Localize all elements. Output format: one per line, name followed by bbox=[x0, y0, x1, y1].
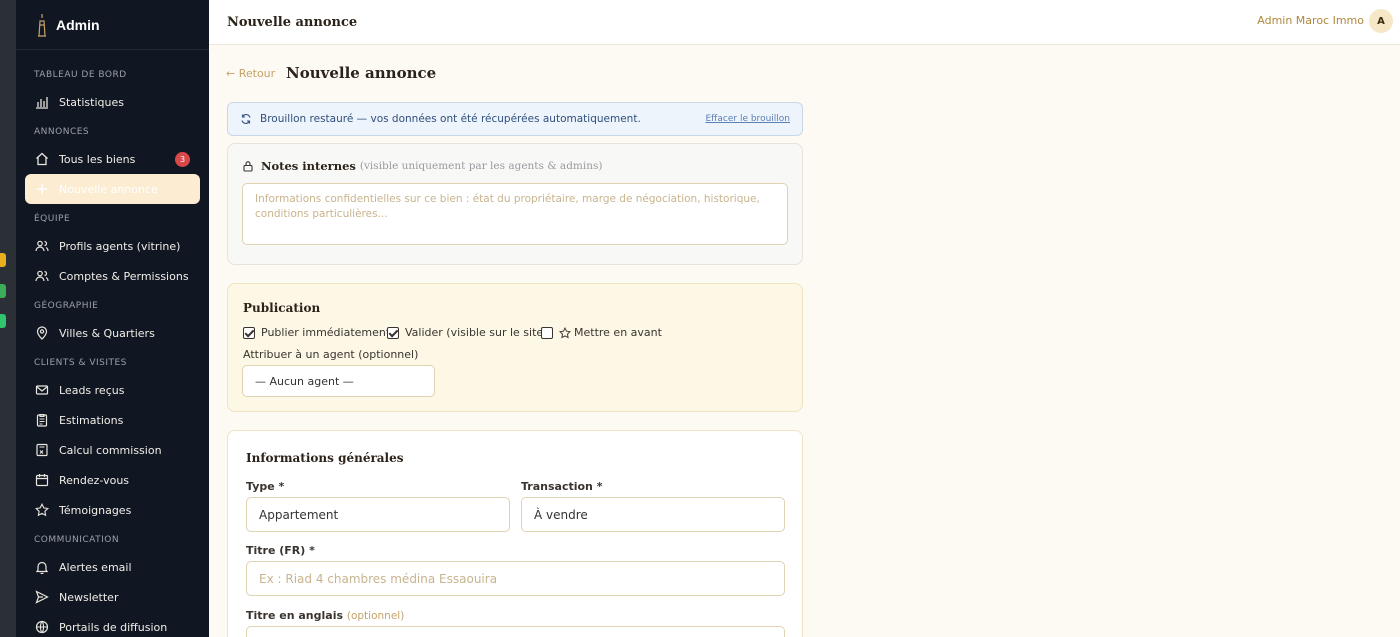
calendar-icon bbox=[35, 474, 49, 487]
section-clients: CLIENTS & VISITES bbox=[34, 358, 127, 368]
sidebar-item-agent-profiles[interactable]: Profils agents (vitrine) bbox=[25, 231, 200, 261]
users-icon bbox=[35, 270, 49, 282]
sidebar-item-label: Nouvelle annonce bbox=[59, 182, 158, 196]
section-dashboard: TABLEAU DE BORD bbox=[34, 70, 127, 80]
star-icon bbox=[35, 503, 49, 517]
transaction-select[interactable]: À vendre bbox=[521, 497, 785, 532]
taskbar-app-icon[interactable] bbox=[0, 253, 6, 267]
title-fr-input[interactable]: Ex : Riad 4 chambres médina Essaouira bbox=[246, 561, 785, 596]
sidebar-item-label: Comptes & Permissions bbox=[59, 269, 189, 283]
sidebar-item-new-listing[interactable]: Nouvelle annonce bbox=[25, 174, 200, 204]
sidebar-item-testimonials[interactable]: Témoignages bbox=[25, 495, 200, 525]
checkbox-label: Valider (visible sur le site) bbox=[405, 326, 548, 339]
featured-checkbox[interactable]: Mettre en avant bbox=[541, 326, 662, 339]
map-pin-icon bbox=[36, 326, 48, 340]
clipboard-icon bbox=[36, 413, 48, 427]
optional-hint: (optionnel) bbox=[346, 610, 405, 622]
sidebar-item-label: Villes & Quartiers bbox=[59, 326, 155, 340]
draft-restored-banner: Brouillon restauré — vos données ont été… bbox=[227, 102, 803, 136]
section-team: ÉQUIPE bbox=[34, 214, 71, 224]
agent-select-label: Attribuer à un agent (optionnel) bbox=[243, 348, 419, 361]
taskbar-app-icon[interactable] bbox=[0, 314, 6, 328]
sidebar-item-label: Tous les biens bbox=[59, 152, 136, 166]
users-icon bbox=[35, 240, 49, 252]
send-icon bbox=[35, 590, 49, 604]
agent-select[interactable]: — Aucun agent — bbox=[242, 365, 435, 397]
general-info-title: Informations générales bbox=[246, 451, 404, 465]
topbar-title: Nouvelle annonce bbox=[227, 14, 358, 30]
checkbox-label: Mettre en avant bbox=[574, 326, 662, 339]
sidebar-item-estimates[interactable]: Estimations bbox=[25, 405, 200, 435]
title-fr-label: Titre (FR) * bbox=[246, 544, 315, 557]
notes-subtitle: (visible uniquement par les agents & adm… bbox=[359, 160, 603, 172]
clear-draft-link[interactable]: Effacer le brouillon bbox=[706, 114, 791, 124]
sidebar-item-label: Estimations bbox=[59, 413, 124, 427]
title-en-input[interactable] bbox=[246, 626, 785, 637]
page-title: Nouvelle annonce bbox=[286, 64, 437, 82]
section-comm: COMMUNICATION bbox=[34, 535, 120, 545]
back-link[interactable]: ← Retour bbox=[226, 67, 275, 80]
section-geo: GÉOGRAPHIE bbox=[34, 301, 99, 311]
title-en-label: Titre en anglais (optionnel) bbox=[246, 609, 404, 622]
sidebar-item-label: Témoignages bbox=[59, 503, 132, 517]
calculator-icon bbox=[36, 443, 48, 457]
publication-title: Publication bbox=[243, 301, 321, 315]
sidebar-item-newsletter[interactable]: Newsletter bbox=[25, 582, 200, 612]
sidebar-item-label: Leads reçus bbox=[59, 383, 125, 397]
sidebar-item-leads[interactable]: Leads reçus bbox=[25, 375, 200, 405]
bar-chart-icon bbox=[36, 97, 48, 109]
topbar: Nouvelle annonce Admin Maroc Immo A bbox=[209, 0, 1400, 45]
taskbar-app-icon[interactable] bbox=[0, 284, 6, 298]
publish-now-checkbox[interactable]: Publier immédiatement bbox=[243, 326, 390, 339]
sidebar-item-appointments[interactable]: Rendez-vous bbox=[25, 465, 200, 495]
bell-icon bbox=[35, 561, 49, 574]
globe-icon bbox=[35, 620, 49, 634]
sidebar-item-stats[interactable]: Statistiques bbox=[25, 87, 200, 117]
sidebar-item-commission[interactable]: Calcul commission bbox=[25, 435, 200, 465]
internal-notes-card: Notes internes (visible uniquement par l… bbox=[227, 143, 803, 265]
brand-name: Admin bbox=[56, 16, 100, 33]
mail-icon bbox=[35, 385, 49, 395]
type-select[interactable]: Appartement bbox=[246, 497, 510, 532]
avatar[interactable]: A bbox=[1369, 9, 1393, 33]
checkbox-checked[interactable] bbox=[243, 326, 255, 339]
refresh-icon bbox=[241, 114, 251, 124]
validate-checkbox[interactable]: Valider (visible sur le site) bbox=[387, 326, 547, 339]
general-info-card: Informations générales Type * Appartemen… bbox=[227, 430, 803, 637]
home-icon bbox=[36, 152, 48, 166]
sidebar-item-email-alerts[interactable]: Alertes email bbox=[25, 552, 200, 582]
section-listings: ANNONCES bbox=[34, 127, 90, 137]
brand[interactable]: Admin bbox=[16, 0, 209, 50]
sidebar-item-all-properties[interactable]: Tous les biens 3 bbox=[25, 144, 200, 174]
notes-title: Notes internes bbox=[261, 159, 356, 173]
internal-notes-textarea[interactable]: Informations confidentielles sur ce bien… bbox=[242, 183, 788, 245]
user-name[interactable]: Admin Maroc Immo bbox=[1257, 14, 1364, 27]
title-en-label-text: Titre en anglais bbox=[246, 609, 344, 622]
checkbox-label: Publier immédiatement bbox=[261, 326, 391, 339]
type-label: Type * bbox=[246, 480, 285, 493]
sidebar-item-label: Statistiques bbox=[59, 95, 124, 109]
sidebar-item-label: Portails de diffusion bbox=[59, 620, 168, 634]
draft-message: Brouillon restauré — vos données ont été… bbox=[260, 113, 641, 125]
sidebar-item-label: Profils agents (vitrine) bbox=[59, 239, 181, 253]
publication-card: Publication Publier immédiatement Valide… bbox=[227, 283, 803, 412]
lock-icon bbox=[243, 161, 253, 172]
checkbox-unchecked[interactable] bbox=[541, 326, 553, 339]
os-taskbar bbox=[0, 0, 16, 637]
sidebar-item-accounts[interactable]: Comptes & Permissions bbox=[25, 261, 200, 291]
sidebar-item-label: Calcul commission bbox=[59, 443, 162, 457]
transaction-label: Transaction * bbox=[521, 480, 603, 493]
sidebar-item-label: Rendez-vous bbox=[59, 473, 130, 487]
sidebar-item-cities[interactable]: Villes & Quartiers bbox=[25, 318, 200, 348]
star-icon bbox=[559, 326, 571, 338]
tower-logo-icon bbox=[38, 13, 46, 37]
sidebar-item-label: Newsletter bbox=[59, 590, 119, 604]
notes-heading: Notes internes (visible uniquement par l… bbox=[242, 159, 602, 173]
plus-icon bbox=[37, 184, 47, 194]
checkbox-checked[interactable] bbox=[387, 326, 399, 339]
count-badge: 3 bbox=[175, 152, 190, 167]
sidebar-item-portals[interactable]: Portails de diffusion bbox=[25, 612, 200, 637]
sidebar: Admin TABLEAU DE BORD Statistiques ANNON… bbox=[16, 0, 209, 637]
sidebar-item-label: Alertes email bbox=[59, 560, 132, 574]
